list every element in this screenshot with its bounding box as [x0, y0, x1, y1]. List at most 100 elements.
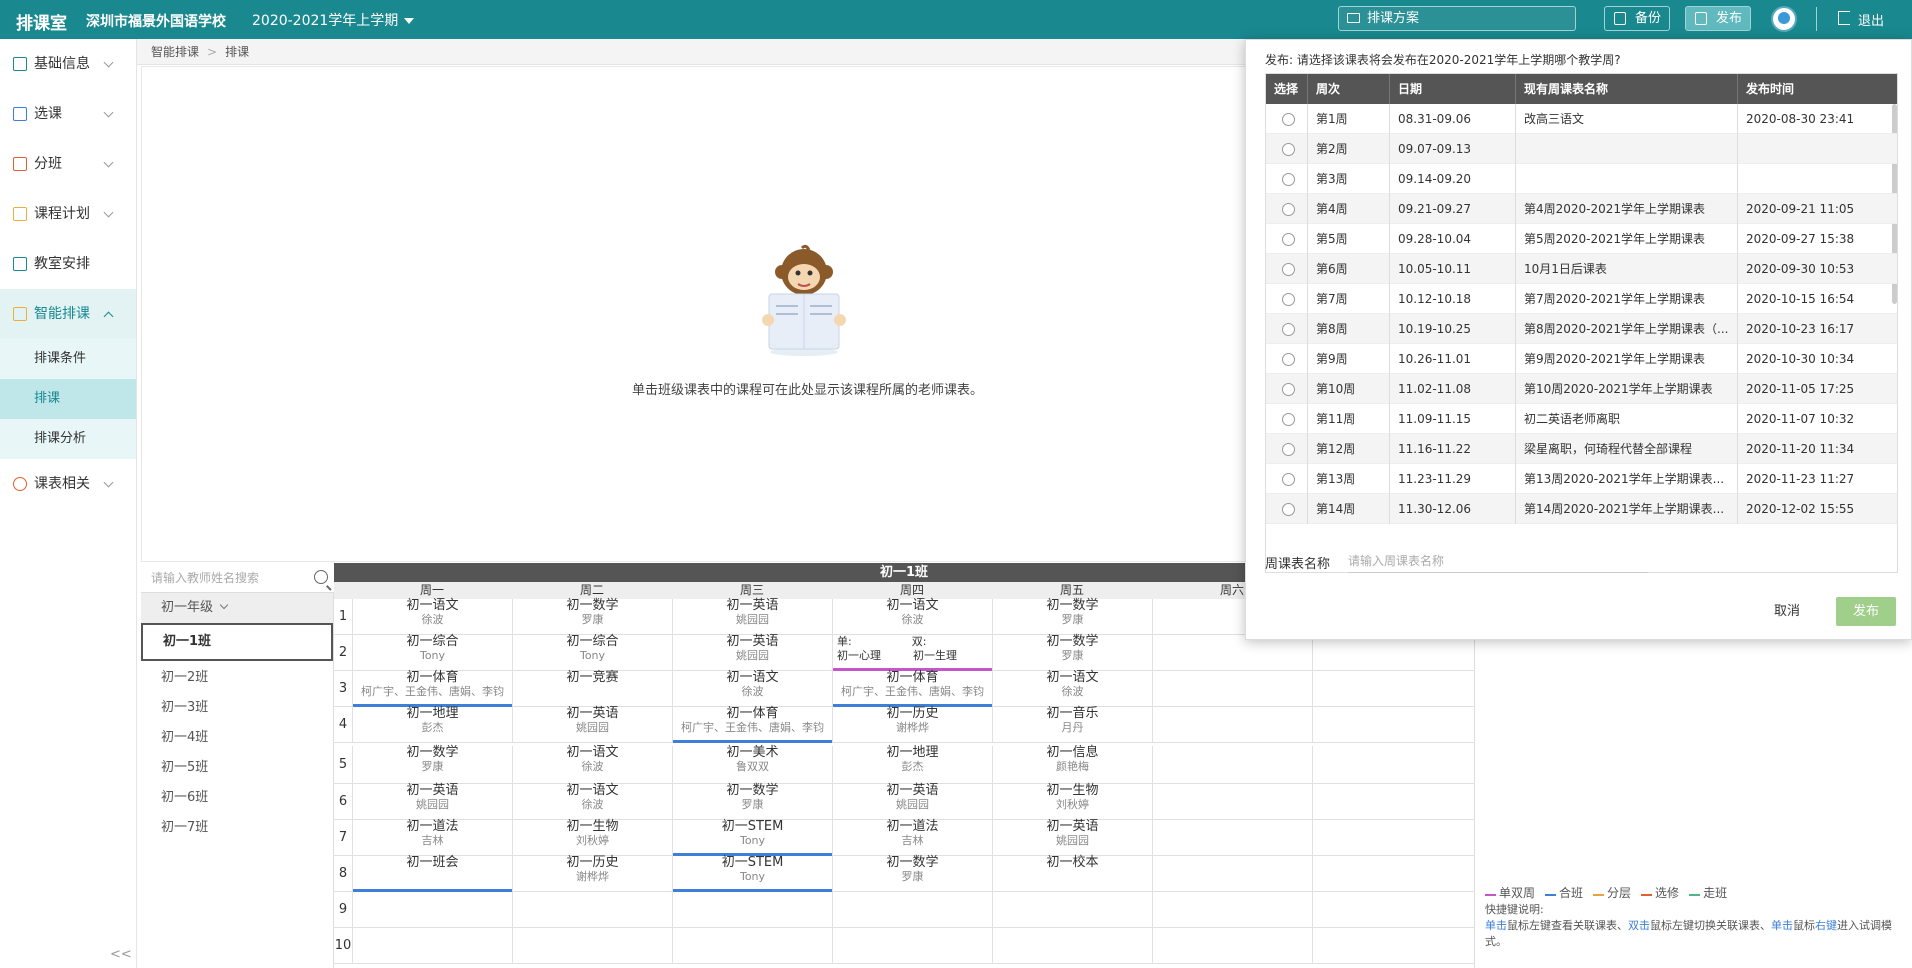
week-radio[interactable]	[1282, 503, 1295, 516]
timetable-cell[interactable]: 初一体育 柯广宇、王金伟、唐娟、李钧	[832, 671, 992, 707]
timetable-cell[interactable]: 初一竞赛	[512, 671, 672, 707]
week-row[interactable]: 第6周 10.05-10.11 10月1日后课表 2020-09-30 10:53	[1266, 254, 1897, 284]
week-radio[interactable]	[1282, 413, 1295, 426]
timetable-cell[interactable]: 初一语文 徐波	[352, 599, 512, 635]
week-row[interactable]: 第11周 11.09-11.15 初二英语老师离职 2020-11-07 10:32	[1266, 404, 1897, 434]
week-radio[interactable]	[1282, 143, 1295, 156]
timetable-cell[interactable]: 初一综合 Tony	[512, 635, 672, 671]
timetable-cell[interactable]: 初一信息 颜艳梅	[992, 746, 1152, 784]
timetable-cell[interactable]: 初一生物 刘秋婷	[512, 820, 672, 856]
week-name-input[interactable]	[1348, 549, 1648, 573]
week-row[interactable]: 第4周 09.21-09.27 第4周2020-2021学年上学期课表 2020-09…	[1266, 194, 1897, 224]
week-radio[interactable]	[1282, 383, 1295, 396]
week-row[interactable]: 第1周 08.31-09.06 改高三语文 2020-08-30 23:41	[1266, 104, 1897, 134]
sidebar-subitem-analysis[interactable]: 排课分析	[0, 419, 136, 459]
class-item[interactable]: 初一1班	[141, 623, 333, 661]
timetable-cell[interactable]: 初一数学 罗康	[992, 599, 1152, 635]
week-row[interactable]: 第8周 10.19-10.25 第8周2020-2021学年上学期课表（... 202…	[1266, 314, 1897, 344]
class-item[interactable]: 初一6班	[141, 783, 333, 813]
sidebar-subitem-conditions[interactable]: 排课条件	[0, 339, 136, 379]
week-radio[interactable]	[1282, 353, 1295, 366]
week-row[interactable]: 第9周 10.26-11.01 第9周2020-2021学年上学期课表 2020-10…	[1266, 344, 1897, 374]
timetable-cell[interactable]: 初一地理 彭杰	[832, 746, 992, 784]
week-radio[interactable]	[1282, 443, 1295, 456]
publish-button[interactable]: 发布	[1836, 597, 1896, 626]
week-radio[interactable]	[1282, 233, 1295, 246]
timetable-cell[interactable]: 初一体育 柯广宇、王金伟、唐娟、李钧	[352, 671, 512, 707]
week-radio[interactable]	[1282, 263, 1295, 276]
breadcrumb-root[interactable]: 智能排课	[151, 45, 199, 59]
timetable-cell[interactable]: 初一道法 吉林	[352, 820, 512, 856]
week-radio[interactable]	[1282, 113, 1295, 126]
publish-top-button[interactable]: 发布	[1685, 6, 1752, 31]
class-item[interactable]: 初一5班	[141, 753, 333, 783]
sidebar-item-smart-schedule[interactable]: 智能排课	[0, 289, 136, 339]
cancel-button[interactable]: 取消	[1774, 600, 1800, 619]
sidebar-item-course-select[interactable]: 选课	[0, 89, 136, 139]
timetable-cell[interactable]: 初一历史 谢桦烨	[832, 707, 992, 743]
class-item[interactable]: 初一2班	[141, 663, 333, 693]
week-row[interactable]: 第3周 09.14-09.20	[1266, 164, 1897, 194]
week-radio[interactable]	[1282, 203, 1295, 216]
timetable-cell[interactable]: 初一英语 姚园园	[832, 784, 992, 820]
timetable-cell[interactable]: 初一数学 罗康	[992, 635, 1152, 671]
class-item[interactable]: 初一3班	[141, 693, 333, 723]
week-radio[interactable]	[1282, 323, 1295, 336]
backup-button[interactable]: 备份	[1604, 6, 1671, 31]
timetable-cell[interactable]: 初一数学 罗康	[832, 856, 992, 892]
grade-selector[interactable]: 初一年级	[141, 593, 333, 623]
sidebar-item-timetable[interactable]: 课表相关	[0, 459, 136, 509]
timetable-cell[interactable]: 初一道法 吉林	[832, 820, 992, 856]
week-row[interactable]: 第2周 09.07-09.13	[1266, 134, 1897, 164]
timetable-cell[interactable]: 初一英语 姚园园	[992, 820, 1152, 856]
sidebar-item-course-plan[interactable]: 课程计划	[0, 189, 136, 239]
timetable-cell[interactable]: 初一生物 刘秋婷	[992, 784, 1152, 820]
timetable-cell[interactable]: 初一数学 罗康	[352, 746, 512, 784]
timetable-cell[interactable]: 初一英语 姚园园	[512, 707, 672, 743]
timetable-cell[interactable]: 初一STEM Tony	[672, 856, 832, 892]
sidebar-subitem-schedule[interactable]: 排课	[0, 379, 136, 419]
collapse-sidebar-button[interactable]: <<	[110, 947, 132, 962]
timetable-cell[interactable]: 初一体育 柯广宇、王金伟、唐娟、李钧	[672, 707, 832, 743]
timetable-cell[interactable]: 初一语文 徐波	[992, 671, 1152, 707]
logout-button[interactable]: 退出	[1838, 10, 1884, 29]
sidebar-item-class-split[interactable]: 分班	[0, 139, 136, 189]
timetable-cell[interactable]: 初一英语 姚园园	[672, 599, 832, 635]
timetable-cell[interactable]: 初一音乐 月丹	[992, 707, 1152, 743]
timetable-cell[interactable]: 初一班会	[352, 856, 512, 892]
timetable-cell[interactable]: 单: 双: 初一心理 初一生理	[832, 635, 992, 671]
timetable-cell[interactable]: 初一校本	[992, 856, 1152, 892]
week-radio[interactable]	[1282, 293, 1295, 306]
teacher-name: 徐波	[741, 685, 764, 698]
timetable-cell[interactable]: 初一语文 徐波	[832, 599, 992, 635]
week-radio[interactable]	[1282, 173, 1295, 186]
week-radio[interactable]	[1282, 473, 1295, 486]
term-selector[interactable]: 2020-2021学年上学期	[252, 10, 415, 30]
teacher-search-input[interactable]: 请输入教师姓名搜索	[141, 563, 334, 593]
timetable-cell[interactable]: 初一地理 彭杰	[352, 707, 512, 743]
timetable-cell[interactable]: 初一STEM Tony	[672, 820, 832, 856]
timetable-cell[interactable]: 初一综合 Tony	[352, 635, 512, 671]
sidebar-item-basic-info[interactable]: 基础信息	[0, 39, 136, 89]
class-item[interactable]: 初一7班	[141, 813, 333, 843]
week-row[interactable]: 第10周 11.02-11.08 第10周2020-2021学年上学期课表 2020-…	[1266, 374, 1897, 404]
week-row[interactable]: 第12周 11.16-11.22 梁星离职，何琦程代替全部课程 2020-11-20 …	[1266, 434, 1897, 464]
timetable-cell[interactable]: 初一语文 徐波	[512, 784, 672, 820]
week-row[interactable]: 第5周 09.28-10.04 第5周2020-2021学年上学期课表 2020-09…	[1266, 224, 1897, 254]
avatar[interactable]	[1771, 6, 1797, 32]
search-icon[interactable]	[314, 570, 328, 584]
plan-selector[interactable]: 排课方案	[1338, 6, 1576, 31]
timetable-cell[interactable]: 初一语文 徐波	[512, 746, 672, 784]
week-row[interactable]: 第13周 11.23-11.29 第13周2020-2021学年上学期课表... 20…	[1266, 464, 1897, 494]
class-item[interactable]: 初一4班	[141, 723, 333, 753]
week-row[interactable]: 第7周 10.12-10.18 第7周2020-2021学年上学期课表 2020-10…	[1266, 284, 1897, 314]
week-row[interactable]: 第14周 11.30-12.06 第14周2020-2021学年上学期课表... 20…	[1266, 494, 1897, 524]
timetable-cell[interactable]: 初一数学 罗康	[512, 599, 672, 635]
timetable-cell[interactable]: 初一英语 姚园园	[672, 635, 832, 671]
timetable-cell[interactable]: 初一数学 罗康	[672, 784, 832, 820]
timetable-cell[interactable]: 初一美术 鲁双双	[672, 746, 832, 784]
timetable-cell[interactable]: 初一历史 谢桦烨	[512, 856, 672, 892]
timetable-cell[interactable]: 初一语文 徐波	[672, 671, 832, 707]
timetable-cell[interactable]: 初一英语 姚园园	[352, 784, 512, 820]
sidebar-item-classroom[interactable]: 教室安排	[0, 239, 136, 289]
